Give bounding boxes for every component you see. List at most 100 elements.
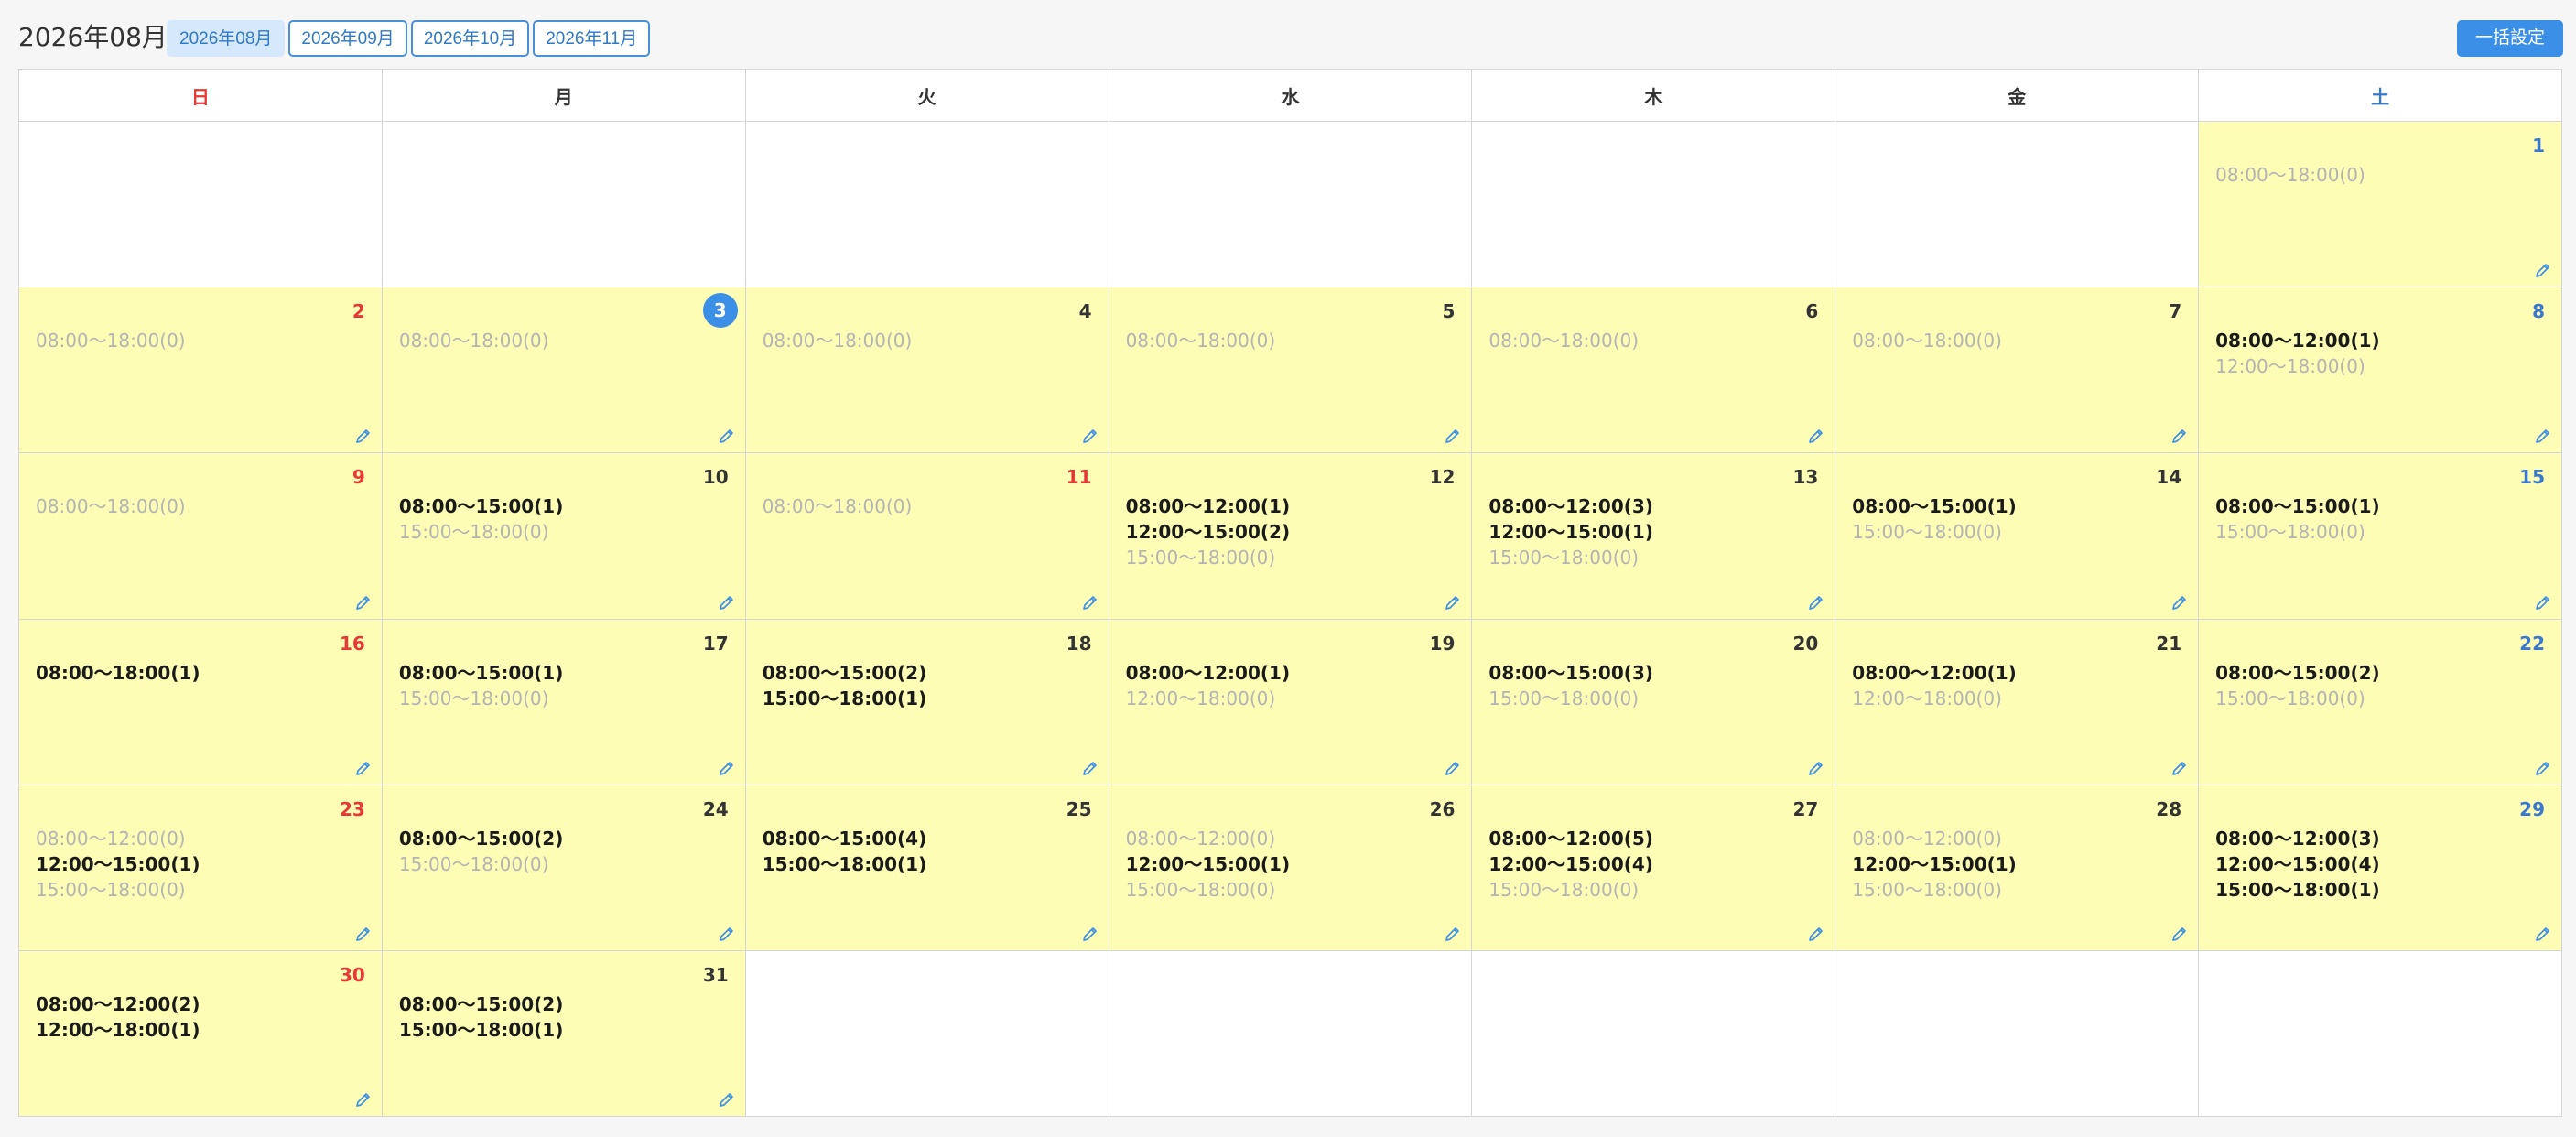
time-slot-list: 08:00〜18:00(0): [399, 328, 549, 353]
empty-day-cell: [1109, 122, 1473, 288]
tab-2026-08[interactable]: 2026年08月: [167, 20, 286, 57]
day-cell-17: 17 08:00〜15:00(1) 15:00〜18:00(0): [382, 619, 746, 785]
pencil-icon[interactable]: [2170, 925, 2189, 943]
pencil-icon[interactable]: [354, 759, 373, 777]
time-slot-list: 08:00〜18:00(0): [36, 493, 186, 519]
pencil-icon[interactable]: [2170, 427, 2189, 445]
time-slot: 12:00〜15:00(4): [2215, 852, 2380, 875]
time-slot: 08:00〜12:00(1): [1852, 661, 2017, 684]
time-slot: 08:00〜15:00(1): [1852, 495, 2017, 518]
pencil-icon[interactable]: [2534, 261, 2552, 279]
pencil-icon[interactable]: [1081, 427, 1099, 445]
time-slot: 08:00〜18:00(0): [762, 330, 913, 352]
time-slot: 08:00〜15:00(2): [762, 661, 927, 684]
day-cell-12: 12 08:00〜12:00(1) 12:00〜15:00(2) 15:00〜18:0…: [1109, 453, 1473, 620]
day-cell-31: 31 08:00〜15:00(2) 15:00〜18:00(1): [382, 950, 746, 1117]
day-cell-25: 25 08:00〜15:00(4) 15:00〜18:00(1): [745, 785, 1109, 951]
pencil-icon[interactable]: [718, 427, 736, 445]
calendar-grid: 日 月 火 水 木 金 土 1 08:00〜18:00(0) 2 08:00〜18:0…: [18, 69, 2562, 1117]
time-slot-list: 08:00〜12:00(0) 12:00〜15:00(1) 15:00〜18:00(…: [36, 826, 200, 903]
weekday-header-tue: 火: [745, 70, 1109, 122]
tab-2026-09[interactable]: 2026年09月: [288, 20, 407, 57]
pencil-icon[interactable]: [2534, 925, 2552, 943]
time-slot: 15:00〜18:00(0): [2215, 521, 2365, 544]
time-slot: 12:00〜18:00(0): [1125, 687, 1276, 709]
day-number: 7: [2169, 300, 2182, 323]
time-slot: 08:00〜15:00(2): [398, 992, 564, 1015]
pencil-icon[interactable]: [718, 925, 736, 943]
time-slot: 08:00〜18:00(0): [398, 330, 549, 352]
time-slot: 15:00〜18:00(0): [36, 878, 186, 901]
pencil-icon[interactable]: [2170, 593, 2189, 612]
tab-2026-11[interactable]: 2026年11月: [533, 20, 651, 57]
time-slot: 08:00〜12:00(0): [1852, 827, 2002, 850]
pencil-icon[interactable]: [718, 593, 736, 612]
empty-day-cell: [19, 122, 383, 288]
pencil-icon[interactable]: [2170, 759, 2189, 777]
pencil-icon[interactable]: [1444, 925, 1462, 943]
weekday-header-sun: 日: [19, 70, 383, 122]
time-slot-list: 08:00〜18:00(0): [1852, 328, 2002, 353]
empty-day-cell: [1835, 122, 2200, 288]
day-number: 26: [1429, 797, 1456, 820]
pencil-icon[interactable]: [1444, 759, 1462, 777]
tab-2026-10[interactable]: 2026年10月: [410, 20, 530, 57]
weekday-header-sat: 土: [2199, 70, 2562, 122]
day-cell-14: 14 08:00〜15:00(1) 15:00〜18:00(0): [1835, 453, 2200, 620]
day-cell-18: 18 08:00〜15:00(2) 15:00〜18:00(1): [745, 619, 1109, 785]
day-number: 4: [1078, 300, 1092, 323]
day-number: 30: [340, 963, 365, 986]
day-cell-30: 30 08:00〜12:00(2) 12:00〜18:00(1): [19, 950, 383, 1117]
pencil-icon[interactable]: [354, 1090, 373, 1109]
day-number: 15: [2519, 466, 2545, 489]
weekday-header-wed: 水: [1109, 70, 1473, 122]
time-slot-list: 08:00〜15:00(1) 15:00〜18:00(0): [1852, 493, 2017, 545]
time-slot: 15:00〜18:00(0): [2215, 687, 2365, 709]
day-number: 16: [340, 632, 365, 655]
pencil-icon[interactable]: [354, 593, 373, 612]
pencil-icon[interactable]: [1081, 759, 1099, 777]
today-day-number: 3: [702, 293, 738, 329]
day-number: 1: [2532, 135, 2545, 157]
empty-day-cell: [1472, 950, 1836, 1117]
pencil-icon[interactable]: [1807, 925, 1825, 943]
time-slot-list: 08:00〜18:00(0): [763, 328, 913, 353]
time-slot: 15:00〜18:00(0): [398, 687, 549, 709]
pencil-icon[interactable]: [718, 759, 736, 777]
weekday-header-mon: 月: [382, 70, 746, 122]
time-slot: 12:00〜18:00(0): [2215, 355, 2365, 378]
time-slot: 15:00〜18:00(1): [762, 852, 927, 875]
bulk-settings-button[interactable]: 一括設定: [2456, 20, 2563, 57]
day-number: 20: [1792, 632, 1819, 655]
pencil-icon[interactable]: [1081, 925, 1099, 943]
day-cell-3: 3 08:00〜18:00(0): [382, 287, 746, 454]
pencil-icon[interactable]: [2534, 759, 2552, 777]
time-slot: 08:00〜12:00(2): [36, 992, 200, 1015]
pencil-icon[interactable]: [1807, 759, 1825, 777]
pencil-icon[interactable]: [2534, 427, 2552, 445]
time-slot: 08:00〜15:00(1): [398, 661, 564, 684]
pencil-icon[interactable]: [1444, 427, 1462, 445]
pencil-icon[interactable]: [2534, 593, 2552, 612]
day-cell-1: 1 08:00〜18:00(0): [2199, 122, 2562, 288]
time-slot: 08:00〜15:00(3): [1488, 661, 1653, 684]
day-cell-8: 8 08:00〜12:00(1) 12:00〜18:00(0): [2199, 287, 2562, 454]
time-slot: 08:00〜18:00(0): [1852, 330, 2002, 352]
day-cell-10: 10 08:00〜15:00(1) 15:00〜18:00(0): [382, 453, 746, 620]
time-slot-list: 08:00〜15:00(2) 15:00〜18:00(0): [2215, 660, 2380, 711]
time-slot: 08:00〜12:00(0): [36, 827, 186, 850]
time-slot-list: 08:00〜12:00(3) 12:00〜15:00(1) 15:00〜18:00(…: [1488, 493, 1653, 570]
time-slot: 08:00〜12:00(5): [1488, 827, 1653, 850]
day-number: 5: [1442, 300, 1456, 323]
pencil-icon[interactable]: [1807, 593, 1825, 612]
time-slot: 08:00〜15:00(1): [398, 495, 564, 518]
pencil-icon[interactable]: [354, 427, 373, 445]
day-number: 6: [1805, 300, 1819, 323]
pencil-icon[interactable]: [718, 1090, 736, 1109]
empty-day-cell: [2199, 950, 2562, 1117]
time-slot: 12:00〜15:00(1): [1488, 521, 1653, 544]
pencil-icon[interactable]: [354, 925, 373, 943]
pencil-icon[interactable]: [1444, 593, 1462, 612]
pencil-icon[interactable]: [1807, 427, 1825, 445]
pencil-icon[interactable]: [1081, 593, 1099, 612]
